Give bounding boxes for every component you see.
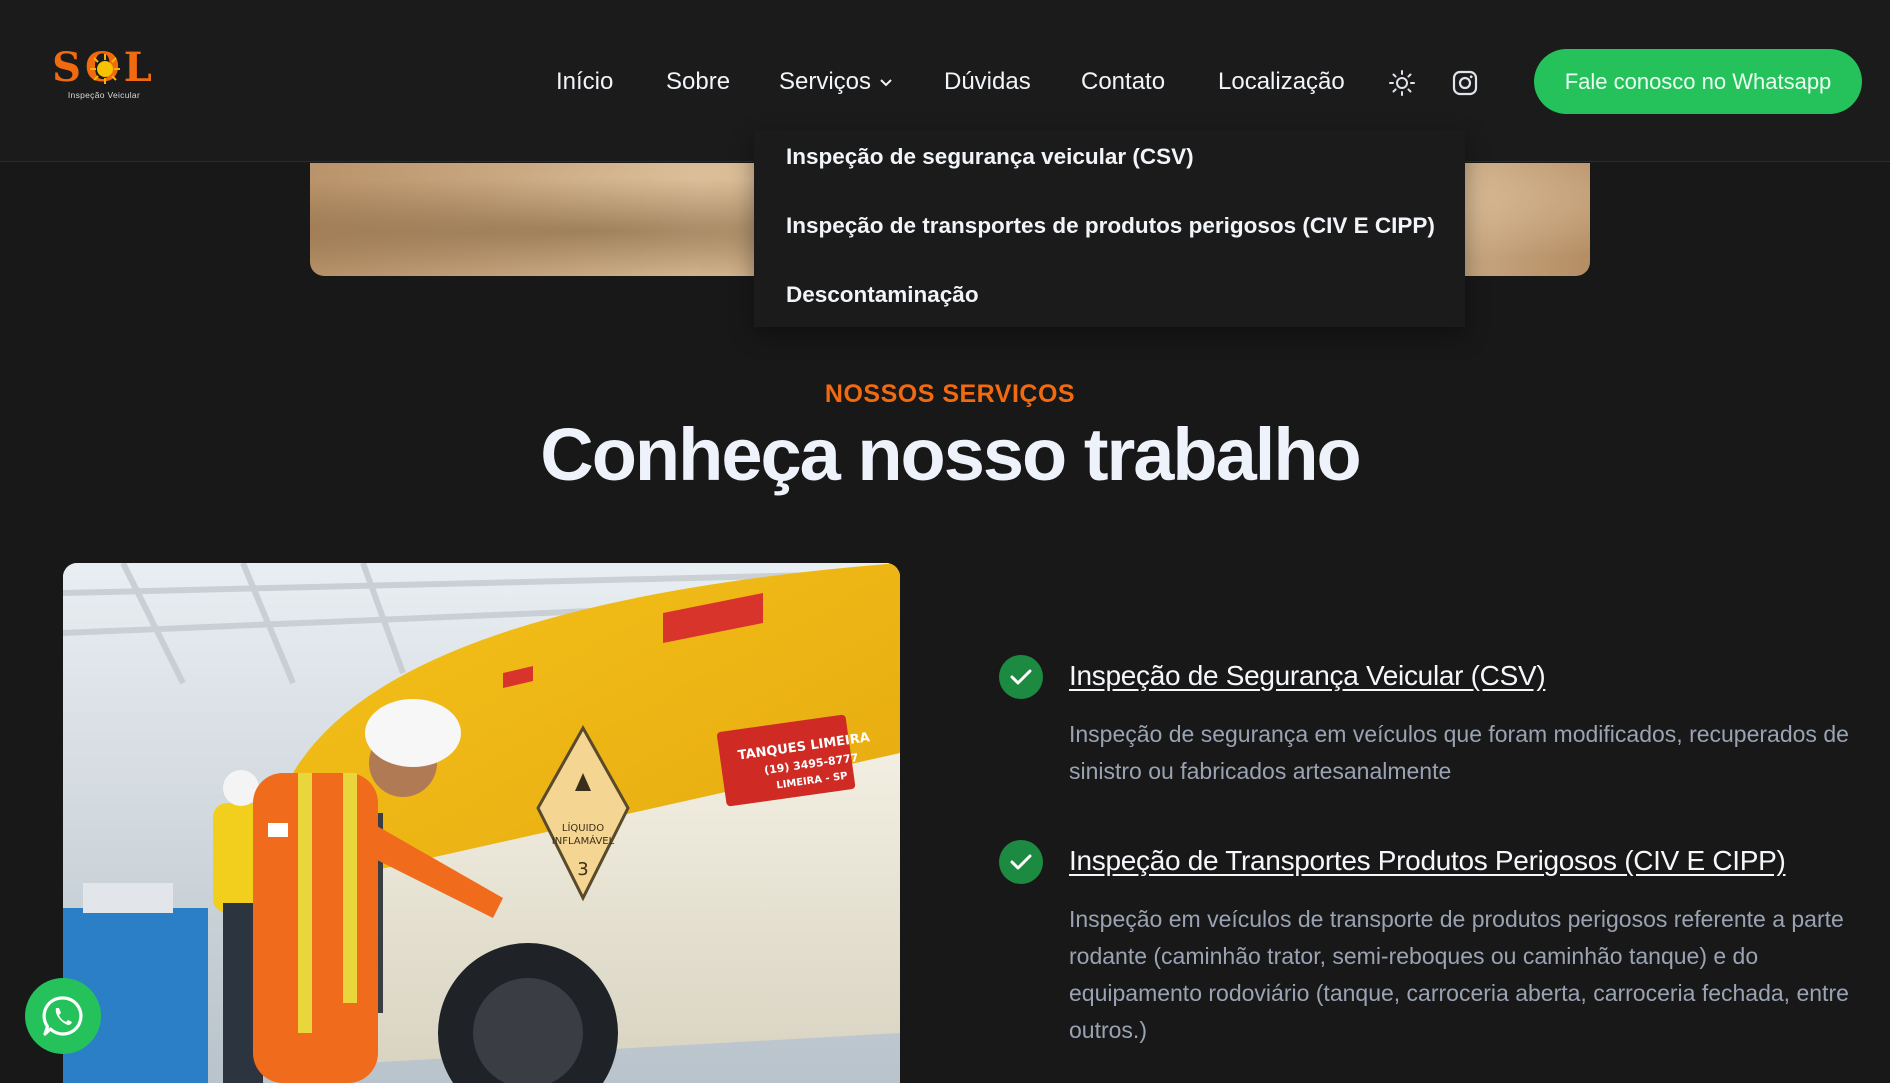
sun-logo-icon: [90, 54, 120, 84]
nav-sobre[interactable]: Sobre: [666, 64, 730, 100]
service-title-civ-cipp[interactable]: Inspeção de Transportes Produtos Perigos…: [1069, 845, 1786, 877]
service-title-csv[interactable]: Inspeção de Segurança Veicular (CSV): [1069, 660, 1546, 692]
services-dropdown-menu: Inspeção de segurança veicular (CSV) Ins…: [754, 130, 1465, 327]
hazard-sign-line2: INFLAMÁVEL: [552, 834, 615, 847]
whatsapp-cta-button[interactable]: Fale conosco no Whatsapp: [1534, 49, 1862, 114]
section-heading: Conheça nosso trabalho: [540, 413, 1361, 496]
check-icon: [999, 840, 1043, 884]
instagram-icon[interactable]: [1450, 68, 1480, 98]
nav-contato[interactable]: Contato: [1081, 64, 1165, 100]
dropdown-item-csv[interactable]: Inspeção de segurança veicular (CSV): [786, 144, 1194, 170]
section-eyebrow: NOSSOS SERVIÇOS: [824, 380, 1076, 408]
dropdown-item-descontaminacao[interactable]: Descontaminação: [786, 282, 979, 308]
nav-duvidas[interactable]: Dúvidas: [944, 64, 1031, 100]
whatsapp-icon: [42, 996, 83, 1036]
check-icon: [999, 655, 1043, 699]
dropdown-item-civ-cipp[interactable]: Inspeção de transportes de produtos peri…: [786, 213, 1435, 239]
nav-localizacao[interactable]: Localização: [1218, 64, 1345, 100]
chevron-down-icon: [880, 78, 892, 87]
whatsapp-float-button[interactable]: [25, 978, 101, 1054]
instagram-glyph-icon: [1452, 70, 1478, 96]
inspection-photo-illustration: TANQUES LIMEIRA (19) 3495-8777 LIMEIRA -…: [63, 563, 900, 1083]
nav-servicos-label: Serviços: [779, 68, 872, 95]
theme-toggle-sun-icon[interactable]: [1387, 68, 1417, 98]
inspection-photo: TANQUES LIMEIRA (19) 3495-8777 LIMEIRA -…: [63, 563, 900, 1083]
hazard-sign-line1: LÍQUIDO: [562, 821, 604, 834]
hazard-sign-number: 3: [577, 859, 588, 880]
sun-icon: [1389, 70, 1415, 96]
service-desc-csv: Inspeção de segurança em veículos que fo…: [1069, 721, 1849, 784]
logo-subtitle: Inspeção Veicular: [67, 90, 141, 100]
nav-servicos[interactable]: Serviços: [779, 64, 893, 100]
brand-logo[interactable]: SOL Inspeção Veicular: [52, 48, 156, 104]
nav-inicio[interactable]: Início: [556, 64, 613, 100]
service-desc-civ-cipp: Inspeção em veículos de transporte de pr…: [1069, 906, 1849, 1043]
